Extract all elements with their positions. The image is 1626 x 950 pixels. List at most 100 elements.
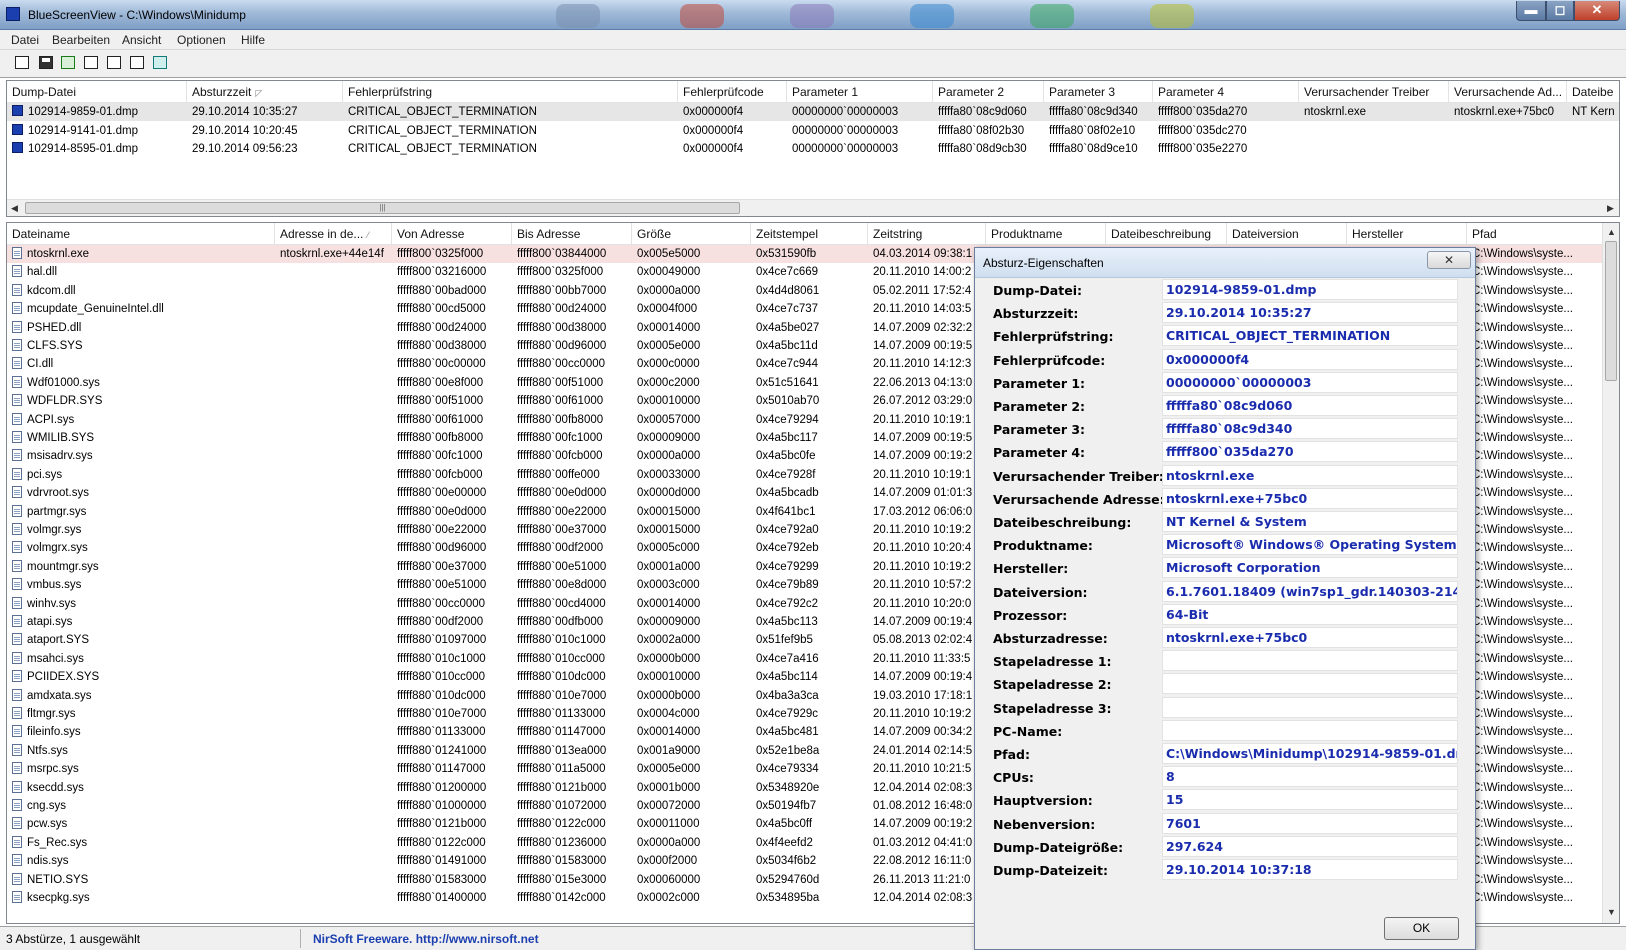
property-value-field[interactable]: [1162, 719, 1458, 741]
ok-button[interactable]: OK: [1384, 917, 1459, 940]
column-dateiname[interactable]: Dateiname: [7, 223, 275, 245]
dump-list[interactable]: Dump-Datei Absturzzeit ◸ Fehlerprüfstring…: [6, 80, 1620, 217]
column-dateibeschreibung[interactable]: Dateibeschreibung: [1106, 223, 1227, 245]
column-verursachender-treiber[interactable]: Verursachender Treiber: [1299, 81, 1449, 103]
find-icon[interactable]: [127, 54, 147, 72]
driver-cell: 0x4ba3a3ca: [751, 687, 868, 705]
column-parameter-4[interactable]: Parameter 4: [1153, 81, 1299, 103]
driver-cell: 0x4d4d8061: [751, 282, 868, 300]
property-value-field[interactable]: Microsoft Corporation: [1162, 557, 1458, 579]
menu-datei[interactable]: Datei: [11, 33, 39, 47]
driver-cell-text: C:\Windows\syste...: [1472, 579, 1573, 592]
column-bis-adresse[interactable]: Bis Adresse: [512, 223, 632, 245]
column-fehlerpruefcode[interactable]: Fehlerprüfcode: [678, 81, 787, 103]
file-icon: [12, 467, 22, 480]
close-button[interactable]: ✕: [1574, 1, 1620, 21]
property-value-field[interactable]: 8: [1162, 766, 1458, 788]
scroll-thumb[interactable]: |||: [25, 202, 740, 214]
property-value-field[interactable]: 7601: [1162, 812, 1458, 834]
save-icon[interactable]: [36, 54, 56, 72]
column-zeitstring[interactable]: Zeitstring: [868, 223, 986, 245]
driver-cell: 0x4a5bc113: [751, 613, 868, 631]
property-value-field[interactable]: 64-Bit: [1162, 603, 1458, 625]
driver-cell: fffff880`00cc0000: [512, 355, 632, 373]
property-row: Verursachende Adresse: ntoskrnl.exe+75bc0: [975, 487, 1475, 511]
property-value-field[interactable]: [1162, 673, 1458, 695]
menu-bearbeiten[interactable]: Bearbeiten: [52, 33, 110, 47]
property-value-field[interactable]: 29.10.2014 10:35:27: [1162, 302, 1458, 324]
column-fehlerpruefstring[interactable]: Fehlerprüfstring: [343, 81, 678, 103]
nirsoft-link[interactable]: NirSoft Freeware. http://www.nirsoft.net: [313, 932, 539, 946]
property-value-field[interactable]: ntoskrnl.exe: [1162, 464, 1458, 486]
driver-cell: C:\Windows\syste...: [1467, 411, 1604, 429]
column-parameter-1[interactable]: Parameter 1: [787, 81, 933, 103]
copy-icon[interactable]: [81, 54, 101, 72]
column-groesse[interactable]: Größe: [632, 223, 751, 245]
property-value-field[interactable]: 6.1.7601.18409 (win7sp1_gdr.140303-2144): [1162, 580, 1458, 602]
scroll-right-icon[interactable]: ▶: [1607, 203, 1614, 214]
property-value-field[interactable]: fffffa80`08c9d340: [1162, 418, 1458, 440]
property-value-field[interactable]: ntoskrnl.exe+75bc0: [1162, 487, 1458, 509]
property-value-field[interactable]: ntoskrnl.exe+75bc0: [1162, 627, 1458, 648]
driver-cell: fltmgr.sys: [7, 705, 275, 723]
dump-row[interactable]: 102914-9141-01.dmp 29.10.2014 10:20:45 CRI…: [7, 122, 1619, 140]
column-dateibeschreibung[interactable]: Dateibe: [1567, 81, 1619, 103]
scroll-left-icon[interactable]: ◀: [11, 203, 18, 214]
driver-cell: 0x5348920e: [751, 779, 868, 797]
dump-cell: [1299, 140, 1449, 158]
driver-cell-text: fffff880`00d24000: [517, 303, 607, 316]
scroll-down-icon[interactable]: ▼: [1607, 907, 1616, 917]
driver-cell-text: 0x531590fb: [756, 248, 817, 260]
driver-cell: 0x0004f000: [632, 300, 751, 318]
column-dateiversion[interactable]: Dateiversion: [1227, 223, 1347, 245]
property-value-field[interactable]: 00000000`00000003: [1162, 371, 1458, 393]
scroll-up-icon[interactable]: ▲: [1607, 227, 1616, 237]
property-value-field[interactable]: [1162, 696, 1458, 718]
menu-hilfe[interactable]: Hilfe: [241, 33, 265, 47]
column-parameter-2[interactable]: Parameter 2: [933, 81, 1044, 103]
dump-file-icon: [12, 105, 23, 116]
property-value-field[interactable]: CRITICAL_OBJECT_TERMINATION: [1162, 325, 1458, 347]
horizontal-scrollbar[interactable]: ◀ ||| ▶: [7, 199, 1619, 216]
column-adresse-in-dem-stapel[interactable]: Adresse in de... ⁄: [275, 223, 392, 245]
property-value-field[interactable]: fffff800`035da270: [1162, 441, 1458, 463]
property-value-field[interactable]: [1162, 650, 1458, 672]
dump-row[interactable]: 102914-8595-01.dmp 29.10.2014 09:56:23 CRI…: [7, 140, 1619, 158]
driver-cell: fffff880`01072000: [512, 797, 632, 815]
driver-cell-text: fffff880`00fcb000: [397, 468, 483, 481]
property-value-field[interactable]: NT Kernel & System: [1162, 511, 1458, 532]
refresh-icon[interactable]: [58, 54, 78, 72]
menu-optionen[interactable]: Optionen: [177, 33, 226, 47]
column-hersteller[interactable]: Hersteller: [1347, 223, 1467, 245]
property-value-field[interactable]: 0x000000f4: [1162, 348, 1458, 370]
properties-icon[interactable]: [104, 54, 124, 72]
column-pfad[interactable]: Pfad: [1467, 223, 1604, 245]
column-produktname[interactable]: Produktname: [986, 223, 1106, 245]
property-value-field[interactable]: 102914-9859-01.dmp: [1162, 279, 1458, 300]
column-verursachende-adresse[interactable]: Verursachende Ad...: [1449, 81, 1567, 103]
minimize-button[interactable]: ▬: [1516, 1, 1546, 21]
driver-cell-text: C:\Windows\syste...: [1472, 634, 1573, 647]
column-parameter-3[interactable]: Parameter 3: [1044, 81, 1153, 103]
property-value-field[interactable]: C:\Windows\Minidump\102914-9859-01.dmp: [1162, 743, 1458, 764]
property-value-field[interactable]: 29.10.2014 10:37:18: [1162, 859, 1458, 880]
property-value-field[interactable]: 15: [1162, 789, 1458, 811]
dialog-close-button[interactable]: ✕: [1427, 251, 1471, 269]
scroll-thumb[interactable]: [1605, 241, 1617, 381]
vertical-scrollbar[interactable]: ▲ ▼: [1602, 223, 1619, 923]
driver-cell: Ntfs.sys: [7, 742, 275, 760]
dump-row[interactable]: 102914-9859-01.dmp 29.10.2014 10:35:27 CRI…: [7, 103, 1619, 121]
maximize-button[interactable]: ◻: [1546, 1, 1574, 21]
menu-ansicht[interactable]: Ansicht: [122, 33, 161, 47]
html-report-icon[interactable]: [12, 54, 32, 72]
driver-cell: C:\Windows\syste...: [1467, 484, 1604, 502]
property-value-field[interactable]: Microsoft® Windows® Operating System: [1162, 534, 1458, 556]
column-dump-datei[interactable]: Dump-Datei: [7, 81, 187, 103]
column-zeitstempel[interactable]: Zeitstempel: [751, 223, 868, 245]
property-value-field[interactable]: 297.624: [1162, 835, 1458, 857]
exit-icon[interactable]: [150, 54, 170, 72]
column-absturzzeit[interactable]: Absturzzeit ◸: [187, 81, 343, 103]
property-value-field[interactable]: fffffa80`08c9d060: [1162, 395, 1458, 416]
column-von-adresse[interactable]: Von Adresse: [392, 223, 512, 245]
driver-cell-text: 0x0003c000: [637, 579, 700, 592]
